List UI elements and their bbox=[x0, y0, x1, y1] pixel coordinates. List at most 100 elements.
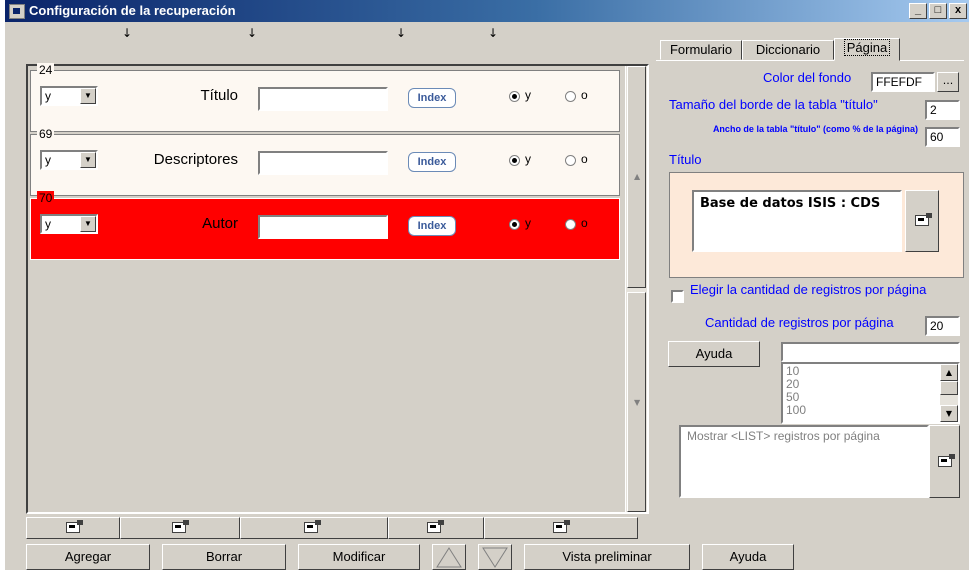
column-properties-button[interactable] bbox=[484, 517, 638, 539]
fields-panel: 24 y ▼ Título Index y o 69 y ▼ Descriptore… bbox=[26, 63, 649, 514]
arrow-up-icon: ▲ bbox=[945, 368, 953, 377]
column-properties-button[interactable] bbox=[388, 517, 484, 539]
field-input[interactable] bbox=[258, 87, 388, 111]
operator-select[interactable]: y ▼ bbox=[40, 86, 98, 106]
arrow-down-icon: ▼ bbox=[945, 409, 953, 418]
maximize-button[interactable]: □ bbox=[929, 3, 947, 19]
tab-pagina[interactable]: Página bbox=[834, 38, 900, 61]
records-options-input[interactable] bbox=[781, 342, 960, 362]
list-scrollbar[interactable]: ▲ ▼ bbox=[940, 364, 958, 422]
list-item[interactable]: 100 bbox=[786, 404, 806, 417]
arrow-down-icon: ↓ bbox=[247, 26, 258, 40]
radio-y-label: y bbox=[525, 216, 531, 230]
tab-label: Formulario bbox=[669, 42, 733, 57]
field-rows: 24 y ▼ Título Index y o 69 y ▼ Descriptore… bbox=[28, 63, 623, 512]
properties-icon bbox=[304, 520, 321, 533]
column-properties-button[interactable] bbox=[240, 517, 388, 539]
title-text-field[interactable]: Base de datos ISIS : CDS bbox=[692, 190, 902, 252]
list-template-properties-button[interactable] bbox=[929, 425, 960, 498]
properties-icon bbox=[915, 213, 932, 226]
arrow-up-icon: ▲ bbox=[634, 172, 641, 181]
field-row-autor[interactable]: 70 y ▼ Autor Index y o bbox=[30, 191, 620, 260]
move-down-button[interactable] bbox=[478, 544, 512, 570]
tab-diccionario[interactable]: Diccionario bbox=[742, 40, 834, 60]
radio-o-label: o bbox=[581, 152, 588, 166]
field-input[interactable] bbox=[258, 215, 388, 239]
radio-y[interactable] bbox=[509, 219, 520, 230]
close-button[interactable]: x bbox=[949, 3, 967, 19]
records-count-label: Cantidad de registros por página bbox=[705, 315, 894, 330]
properties-icon bbox=[938, 454, 955, 467]
title-preview-box: Base de datos ISIS : CDS bbox=[669, 172, 964, 278]
records-per-page-checkbox-label: Elegir la cantidad de registros por pági… bbox=[690, 284, 927, 297]
index-button[interactable]: Index bbox=[408, 152, 456, 172]
vista-preliminar-button[interactable]: Vista preliminar bbox=[524, 544, 690, 570]
tab-formulario[interactable]: Formulario bbox=[660, 40, 742, 60]
column-properties-button[interactable] bbox=[26, 517, 120, 539]
radio-y-label: y bbox=[525, 152, 531, 166]
border-size-label: Tamaño del borde de la tabla "título" bbox=[669, 97, 878, 112]
records-count-field[interactable]: 20 bbox=[925, 316, 960, 336]
title-section-label: Título bbox=[669, 152, 702, 167]
app-icon bbox=[9, 4, 25, 19]
records-per-page-checkbox[interactable] bbox=[671, 290, 684, 303]
agregar-button[interactable]: Agregar bbox=[26, 544, 150, 570]
triangle-up-icon bbox=[436, 547, 462, 568]
borrar-button[interactable]: Borrar bbox=[162, 544, 286, 570]
list-scroll-thumb[interactable] bbox=[940, 381, 958, 395]
field-name: Título bbox=[200, 87, 238, 104]
background-color-field[interactable]: FFEFDF bbox=[871, 72, 935, 92]
radio-o[interactable] bbox=[565, 155, 576, 166]
field-tag: 69 bbox=[37, 127, 55, 141]
dropdown-arrow-icon[interactable]: ▼ bbox=[80, 216, 96, 232]
operator-select[interactable]: y ▼ bbox=[40, 214, 98, 234]
modificar-button[interactable]: Modificar bbox=[298, 544, 420, 570]
radio-o[interactable] bbox=[565, 91, 576, 102]
dropdown-arrow-icon[interactable]: ▼ bbox=[80, 152, 96, 168]
minimize-button[interactable]: _ bbox=[909, 3, 927, 19]
field-row-titulo[interactable]: 24 y ▼ Título Index y o bbox=[30, 63, 620, 132]
column-properties-bar bbox=[26, 517, 638, 539]
list-scroll-down-button[interactable]: ▼ bbox=[940, 405, 958, 422]
border-size-field[interactable]: 2 bbox=[925, 100, 960, 120]
table-width-field[interactable]: 60 bbox=[925, 127, 960, 147]
radio-y-label: y bbox=[525, 88, 531, 102]
radio-y[interactable] bbox=[509, 91, 520, 102]
properties-icon bbox=[427, 520, 444, 533]
field-tag: 24 bbox=[37, 63, 55, 77]
field-row-descriptores[interactable]: 69 y ▼ Descriptores Index y o bbox=[30, 127, 620, 196]
operator-select[interactable]: y ▼ bbox=[40, 150, 98, 170]
ayuda-toolbar-button[interactable]: Ayuda bbox=[702, 544, 794, 570]
dropdown-arrow-icon[interactable]: ▼ bbox=[80, 88, 96, 104]
field-name: Descriptores bbox=[153, 151, 238, 168]
operator-value: y bbox=[45, 217, 51, 231]
title-properties-button[interactable] bbox=[905, 190, 939, 252]
title-bar[interactable]: Configuración de la recuperación _ □ x bbox=[5, 0, 969, 22]
records-options-list[interactable]: 10 20 50 100 ▲ ▼ bbox=[781, 362, 960, 424]
index-button[interactable]: Index bbox=[408, 216, 456, 236]
column-properties-button[interactable] bbox=[120, 517, 240, 539]
vertical-scrollbar[interactable]: ▲ ▼ bbox=[625, 66, 647, 512]
scroll-up-button[interactable]: ▲ bbox=[627, 66, 646, 288]
properties-icon bbox=[172, 520, 189, 533]
radio-o-label: o bbox=[581, 216, 588, 230]
field-name: Autor bbox=[202, 215, 238, 232]
radio-o-label: o bbox=[581, 88, 588, 102]
window-title: Configuración de la recuperación bbox=[29, 3, 236, 18]
move-up-button[interactable] bbox=[432, 544, 466, 570]
properties-icon bbox=[553, 520, 570, 533]
list-scroll-up-button[interactable]: ▲ bbox=[940, 364, 958, 381]
operator-value: y bbox=[45, 89, 51, 103]
arrow-down-icon: ↓ bbox=[488, 26, 499, 40]
ayuda-page-button[interactable]: Ayuda bbox=[668, 341, 760, 367]
index-button[interactable]: Index bbox=[408, 88, 456, 108]
tab-label: Diccionario bbox=[755, 42, 821, 57]
scroll-down-button[interactable]: ▼ bbox=[627, 292, 646, 512]
field-input[interactable] bbox=[258, 151, 388, 175]
list-template-field[interactable]: Mostrar <LIST> registros por página bbox=[679, 425, 929, 498]
color-picker-button[interactable]: ... bbox=[937, 72, 959, 92]
radio-o[interactable] bbox=[565, 219, 576, 230]
properties-icon bbox=[66, 520, 83, 533]
radio-y[interactable] bbox=[509, 155, 520, 166]
table-width-label: Ancho de la tabla "título" (como % de la… bbox=[712, 124, 918, 134]
